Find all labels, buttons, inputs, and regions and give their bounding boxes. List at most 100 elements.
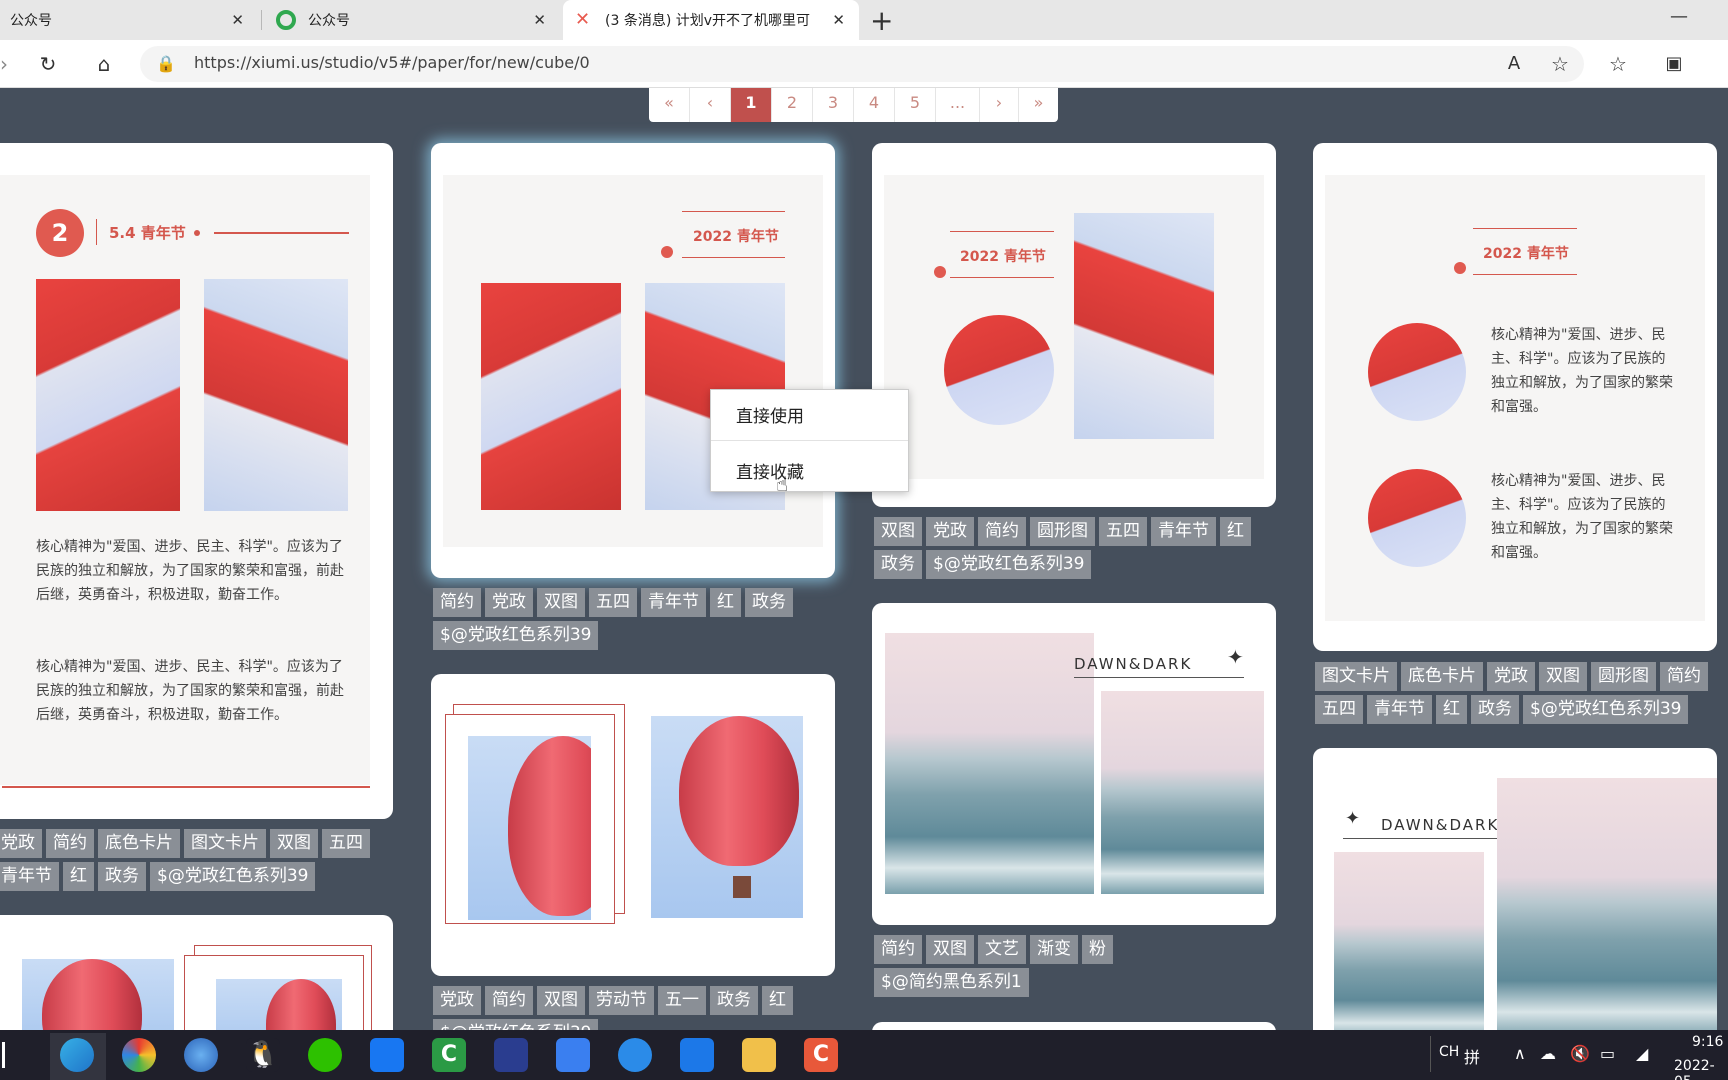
- page-1-button[interactable]: 1: [731, 88, 772, 122]
- tag[interactable]: 政务: [745, 588, 793, 617]
- pdf-app-icon[interactable]: [494, 1038, 528, 1072]
- tag[interactable]: $@党政红色系列39: [1523, 695, 1689, 724]
- tag[interactable]: 双图: [1539, 662, 1587, 691]
- last-page-button[interactable]: »: [1019, 88, 1058, 122]
- tag[interactable]: 五四: [589, 588, 637, 617]
- prev-page-button[interactable]: ‹: [690, 88, 731, 122]
- tag[interactable]: 政务: [710, 986, 758, 1015]
- ime-language[interactable]: CH: [1439, 1044, 1459, 1060]
- tag[interactable]: 圆形图: [1591, 662, 1656, 691]
- chevron-up-icon[interactable]: ∧: [1514, 1044, 1526, 1063]
- edge-browser-icon[interactable]: [60, 1038, 94, 1072]
- tag[interactable]: 青年节: [641, 588, 706, 617]
- close-icon[interactable]: ✕: [832, 11, 845, 29]
- tag[interactable]: 党政: [1487, 662, 1535, 691]
- home-icon[interactable]: ⌂: [92, 52, 116, 76]
- cloud-icon[interactable]: ☁: [1540, 1044, 1556, 1063]
- tag[interactable]: 党政: [485, 588, 533, 617]
- tag[interactable]: 简约: [874, 935, 922, 964]
- tag[interactable]: $@党政红色系列39: [926, 550, 1092, 579]
- tag[interactable]: 图文卡片: [1315, 662, 1397, 691]
- tag[interactable]: 简约: [978, 517, 1026, 546]
- page-2-button[interactable]: 2: [772, 88, 813, 122]
- use-directly-menu-item[interactable]: 直接使用: [736, 402, 804, 427]
- tag[interactable]: 红: [1436, 695, 1467, 724]
- refresh-icon[interactable]: ↻: [36, 52, 60, 76]
- template-card[interactable]: 2022 青年节 核心精神为"爱国、进步、民主、科学"。应该为了民族的独立和解放…: [1313, 143, 1717, 651]
- template-card[interactable]: 2022 青年节: [872, 143, 1276, 507]
- read-aloud-icon[interactable]: A: [1502, 52, 1526, 76]
- tag[interactable]: 五四: [322, 829, 370, 858]
- tag[interactable]: 图文卡片: [184, 829, 266, 858]
- tab-1[interactable]: 公众号 ✕: [0, 0, 258, 40]
- next-page-button[interactable]: ›: [980, 88, 1019, 122]
- tag[interactable]: 简约: [485, 986, 533, 1015]
- tag[interactable]: 五一: [658, 986, 706, 1015]
- tab-3[interactable]: ✕ (3 条消息) 计划v开不了机哪里可 ✕: [563, 0, 859, 40]
- tag[interactable]: 政务: [98, 862, 146, 891]
- tag[interactable]: 底色卡片: [1401, 662, 1483, 691]
- globe-icon[interactable]: [184, 1038, 218, 1072]
- clock-time[interactable]: 9:16: [1692, 1034, 1723, 1050]
- tag[interactable]: $@简约黑色系列1: [874, 968, 1029, 997]
- tag[interactable]: 党政: [0, 829, 42, 858]
- tag[interactable]: 五四: [1099, 517, 1147, 546]
- tag[interactable]: 红: [63, 862, 94, 891]
- tag[interactable]: 青年节: [1151, 517, 1216, 546]
- app-icon[interactable]: [618, 1038, 652, 1072]
- tag[interactable]: 渐变: [1030, 935, 1078, 964]
- feishu-icon[interactable]: [370, 1038, 404, 1072]
- file-explorer-icon[interactable]: [742, 1038, 776, 1072]
- tab-2[interactable]: 公众号 ✕: [264, 0, 560, 40]
- tag[interactable]: 双图: [874, 517, 922, 546]
- template-card[interactable]: 2 5.4 青年节 核心精神为"爱国、进步、民主、科学"。应该为了民族的独立和解…: [0, 143, 393, 819]
- collections-icon[interactable]: ▣: [1662, 52, 1686, 76]
- page-4-button[interactable]: 4: [854, 88, 895, 122]
- tag[interactable]: 政务: [874, 550, 922, 579]
- battery-icon[interactable]: ▭: [1600, 1044, 1615, 1063]
- app-icon[interactable]: [122, 1038, 156, 1072]
- tag[interactable]: $@党政红色系列39: [150, 862, 316, 891]
- wifi-icon[interactable]: ◢: [1636, 1044, 1648, 1063]
- tag[interactable]: $@党政红色系列39: [433, 621, 599, 650]
- tag[interactable]: 青年节: [1367, 695, 1432, 724]
- tag[interactable]: 底色卡片: [98, 829, 180, 858]
- tag[interactable]: 青年节: [0, 862, 59, 891]
- tag[interactable]: 党政: [926, 517, 974, 546]
- template-card[interactable]: [431, 674, 835, 976]
- volume-icon[interactable]: 🔇: [1570, 1044, 1590, 1063]
- lock-icon[interactable]: 🔒: [154, 52, 178, 76]
- tag[interactable]: 劳动节: [589, 986, 654, 1015]
- feishu-icon[interactable]: [680, 1038, 714, 1072]
- favorites-icon[interactable]: ☆: [1606, 52, 1630, 76]
- template-card-selected[interactable]: 2022 青年节: [431, 143, 835, 578]
- first-page-button[interactable]: «: [649, 88, 690, 122]
- tag[interactable]: 简约: [1660, 662, 1708, 691]
- close-icon[interactable]: ✕: [533, 11, 546, 29]
- page-5-button[interactable]: 5: [895, 88, 936, 122]
- forward-icon[interactable]: ›: [0, 52, 16, 76]
- template-card[interactable]: ✦ DAWN&DARK: [1313, 748, 1717, 1048]
- tag[interactable]: 红: [710, 588, 741, 617]
- tag[interactable]: 红: [762, 986, 793, 1015]
- tag[interactable]: 简约: [433, 588, 481, 617]
- minimize-button[interactable]: —: [1670, 6, 1688, 27]
- wechat-icon[interactable]: [308, 1038, 342, 1072]
- tag[interactable]: 红: [1220, 517, 1251, 546]
- page-3-button[interactable]: 3: [813, 88, 854, 122]
- close-icon[interactable]: ✕: [231, 11, 244, 29]
- tag[interactable]: 政务: [1471, 695, 1519, 724]
- add-favorite-icon[interactable]: ☆: [1548, 52, 1572, 76]
- url-text[interactable]: https://xiumi.us/studio/v5#/paper/for/ne…: [194, 53, 590, 72]
- tag[interactable]: 双图: [537, 588, 585, 617]
- ime-mode[interactable]: 拼: [1464, 1044, 1480, 1068]
- camtasia-recorder-icon[interactable]: C: [804, 1038, 838, 1072]
- qq-icon[interactable]: 🐧: [246, 1038, 280, 1072]
- tag[interactable]: 简约: [46, 829, 94, 858]
- tag[interactable]: 文艺: [978, 935, 1026, 964]
- tag[interactable]: 双图: [270, 829, 318, 858]
- new-tab-button[interactable]: +: [870, 4, 893, 37]
- tag[interactable]: 五四: [1315, 695, 1363, 724]
- tag[interactable]: 粉: [1082, 935, 1113, 964]
- tag[interactable]: 圆形图: [1030, 517, 1095, 546]
